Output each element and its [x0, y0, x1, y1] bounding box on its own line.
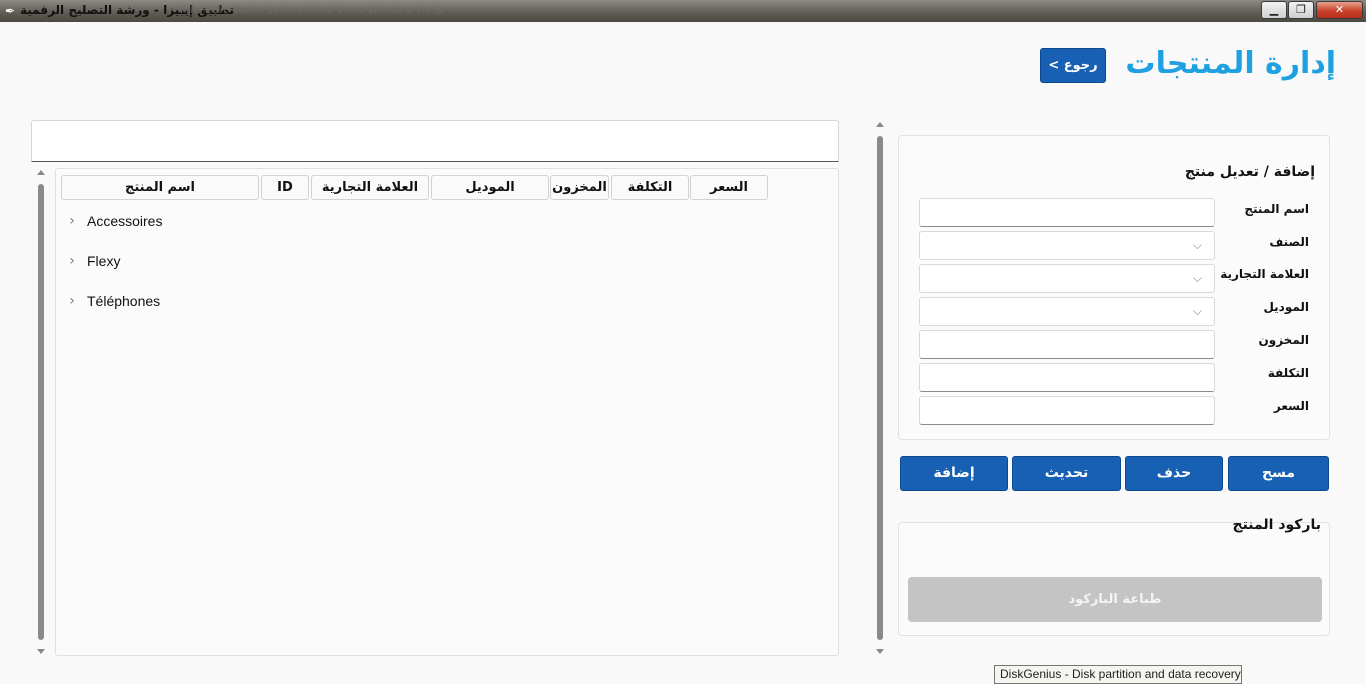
table-scrollbar[interactable]	[35, 168, 48, 656]
tree-row-label: Accessoires	[87, 213, 163, 229]
brand-select[interactable]: ⌵	[919, 264, 1215, 293]
form-title: إضافة / تعديل منتج	[1184, 164, 1315, 180]
ghost-menu-text: File Edit Tools Select Find View Window …	[180, 5, 445, 16]
cost-input[interactable]	[919, 363, 1215, 392]
tree-row-label: Flexy	[87, 253, 121, 269]
column-header-brand[interactable]: العلامة التجارية	[311, 175, 429, 200]
product-name-input[interactable]	[919, 198, 1215, 227]
stock-input[interactable]	[919, 330, 1215, 359]
maximize-button[interactable]: ❐	[1288, 1, 1314, 19]
product-name-label: اسم المنتج	[1244, 202, 1309, 216]
cost-label: التكلفة	[1267, 366, 1309, 380]
chevron-down-icon: ⌵	[1192, 304, 1202, 318]
tree-row-flexy[interactable]: › Flexy	[66, 250, 120, 272]
window-title-bar: ✒ تطبيق إيبيزا - ورشة التصليح الرقمية Fi…	[0, 0, 1366, 22]
print-barcode-button[interactable]: طباعة الباركود	[908, 577, 1322, 622]
back-button[interactable]: < رجوع	[1040, 48, 1106, 83]
taskbar-tooltip: DiskGenius - Disk partition and data rec…	[994, 665, 1242, 684]
scroll-thumb[interactable]	[38, 184, 44, 640]
expand-chevron-icon[interactable]: ›	[66, 253, 78, 269]
barcode-title: باركود المنتج	[1232, 517, 1321, 533]
model-select[interactable]: ⌵	[919, 297, 1215, 326]
close-button[interactable]: ✕	[1316, 1, 1363, 19]
chevron-down-icon: ⌵	[1192, 238, 1202, 252]
category-label: الصنف	[1269, 235, 1309, 249]
column-header-cost[interactable]: التكلفة	[611, 175, 689, 200]
expand-chevron-icon[interactable]: ›	[66, 213, 78, 229]
form-scrollbar[interactable]	[874, 120, 887, 656]
column-header-price[interactable]: السعر	[690, 175, 768, 200]
scroll-down-arrow-icon[interactable]	[876, 649, 884, 654]
update-button[interactable]: تحديث	[1012, 456, 1121, 491]
products-tree-table: السعر التكلفة المخزون الموديل العلامة ال…	[55, 168, 839, 656]
tree-row-telephones[interactable]: › Téléphones	[66, 290, 160, 312]
model-label: الموديل	[1263, 300, 1309, 314]
clear-button[interactable]: مسح	[1228, 456, 1329, 491]
add-button[interactable]: إضافة	[900, 456, 1008, 491]
expand-chevron-icon[interactable]: ›	[66, 293, 78, 309]
page-title: إدارة المنتجات	[1125, 46, 1336, 81]
column-header-stock[interactable]: المخزون	[550, 175, 609, 200]
minimize-button[interactable]: ▁	[1261, 1, 1287, 19]
scroll-up-arrow-icon[interactable]	[37, 170, 45, 175]
column-header-model[interactable]: الموديل	[431, 175, 549, 200]
chevron-down-icon: ⌵	[1192, 271, 1202, 285]
search-input[interactable]	[31, 120, 839, 162]
barcode-panel: باركود المنتج طباعة الباركود	[898, 517, 1330, 636]
scroll-up-arrow-icon[interactable]	[876, 122, 884, 127]
product-form-panel: إضافة / تعديل منتج اسم المنتج ⌵ الصنف ⌵ …	[898, 135, 1330, 440]
app-feather-icon: ✒	[4, 4, 16, 18]
tree-row-label: Téléphones	[87, 293, 161, 309]
scroll-down-arrow-icon[interactable]	[37, 649, 45, 654]
delete-button[interactable]: حذف	[1125, 456, 1223, 491]
scroll-thumb[interactable]	[877, 136, 883, 640]
brand-label: العلامة التجارية	[1220, 267, 1309, 281]
tree-row-accessoires[interactable]: › Accessoires	[66, 210, 162, 232]
price-input[interactable]	[919, 396, 1215, 425]
price-label: السعر	[1273, 399, 1309, 413]
stock-label: المخزون	[1258, 333, 1309, 347]
category-select[interactable]: ⌵	[919, 231, 1215, 260]
column-header-product-name[interactable]: اسم المنتج	[61, 175, 259, 200]
column-header-id[interactable]: ID	[261, 175, 309, 200]
